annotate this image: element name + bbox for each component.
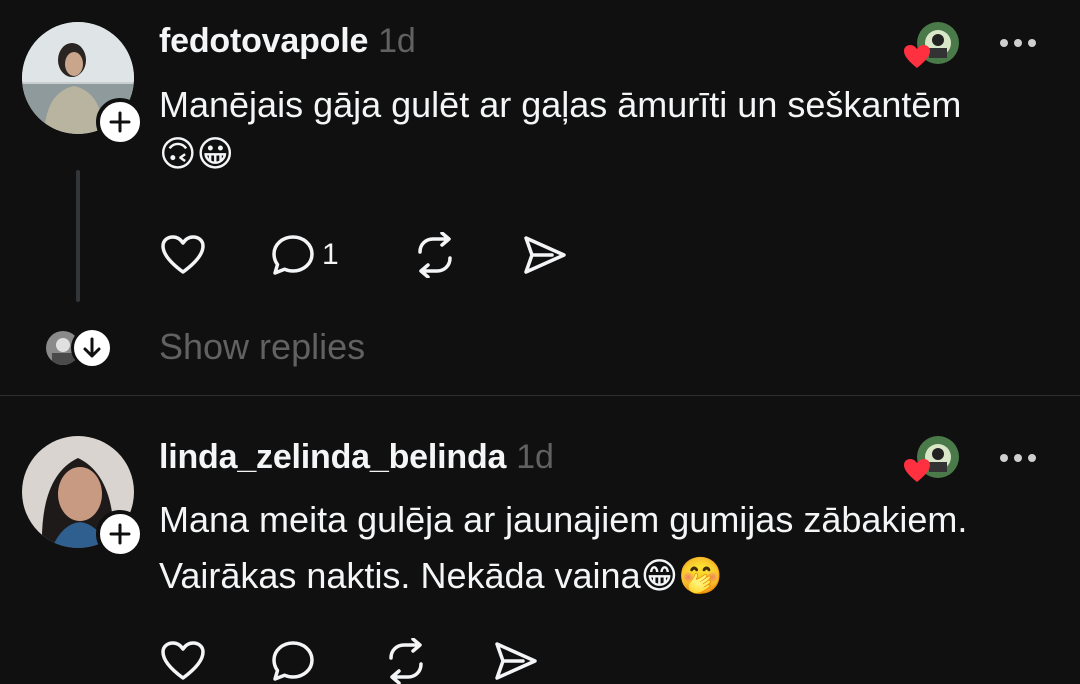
post-text: Manējais gāja gulēt ar gaļas āmurīti un … (159, 82, 961, 178)
post-text-line: Mana meita gulēja ar jaunajiem gumijas z… (159, 499, 968, 540)
follow-button[interactable] (96, 510, 144, 558)
like-button[interactable] (160, 234, 206, 276)
more-icon[interactable] (999, 452, 1039, 464)
username[interactable]: linda_zelinda_belinda 1d (159, 438, 554, 477)
emoji-line: 🙃😀 (159, 134, 235, 175)
timestamp: 1d (516, 438, 554, 476)
repost-button[interactable] (383, 638, 429, 684)
like-button[interactable] (160, 640, 206, 682)
reply-button[interactable] (270, 639, 316, 683)
send-icon (495, 642, 537, 680)
heart-icon (161, 235, 205, 274)
post-text-line: Manējais gāja gulēt ar gaļas āmurīti un … (159, 84, 962, 125)
share-button[interactable] (522, 234, 568, 276)
post-text-line-2: Vairākas naktis. Nekāda vaina😁🤭 (159, 553, 967, 600)
repost-icon (418, 232, 452, 278)
repost-button[interactable] (412, 232, 458, 278)
username-text[interactable]: linda_zelinda_belinda (159, 438, 506, 476)
heart-icon (161, 641, 205, 680)
post-text-line: Vairākas naktis. Nekāda vaina (159, 555, 641, 596)
more-icon[interactable] (999, 37, 1039, 49)
username[interactable]: fedotovapole 1d (159, 22, 416, 61)
heart-icon (904, 459, 930, 482)
plus-icon (109, 523, 131, 545)
follow-button[interactable] (96, 98, 144, 146)
comment-icon (272, 641, 314, 681)
post-text: Mana meita gulēja ar jaunajiem gumijas z… (159, 497, 967, 600)
timestamp: 1d (378, 22, 416, 60)
show-replies-badge[interactable] (71, 327, 113, 369)
heart-icon (904, 45, 930, 68)
emoji-line: 😁🤭 (640, 556, 723, 597)
arrow-down-icon (83, 337, 101, 358)
show-replies-link[interactable]: Show replies (159, 326, 365, 368)
thread-line (76, 170, 80, 302)
plus-icon (109, 111, 131, 133)
repost-icon (389, 638, 423, 684)
post-1: fedotovapole 1d Manējais gāja gulēt ar ga… (0, 0, 1080, 395)
post-2: linda_zelinda_belinda 1d Mana meita gulēj… (0, 396, 1080, 684)
reply-count: 1 (322, 238, 339, 271)
comment-icon (272, 235, 314, 275)
send-icon (524, 236, 566, 274)
username-text[interactable]: fedotovapole (159, 22, 368, 60)
share-button[interactable] (493, 640, 539, 682)
reply-button[interactable]: 1 (270, 233, 339, 277)
